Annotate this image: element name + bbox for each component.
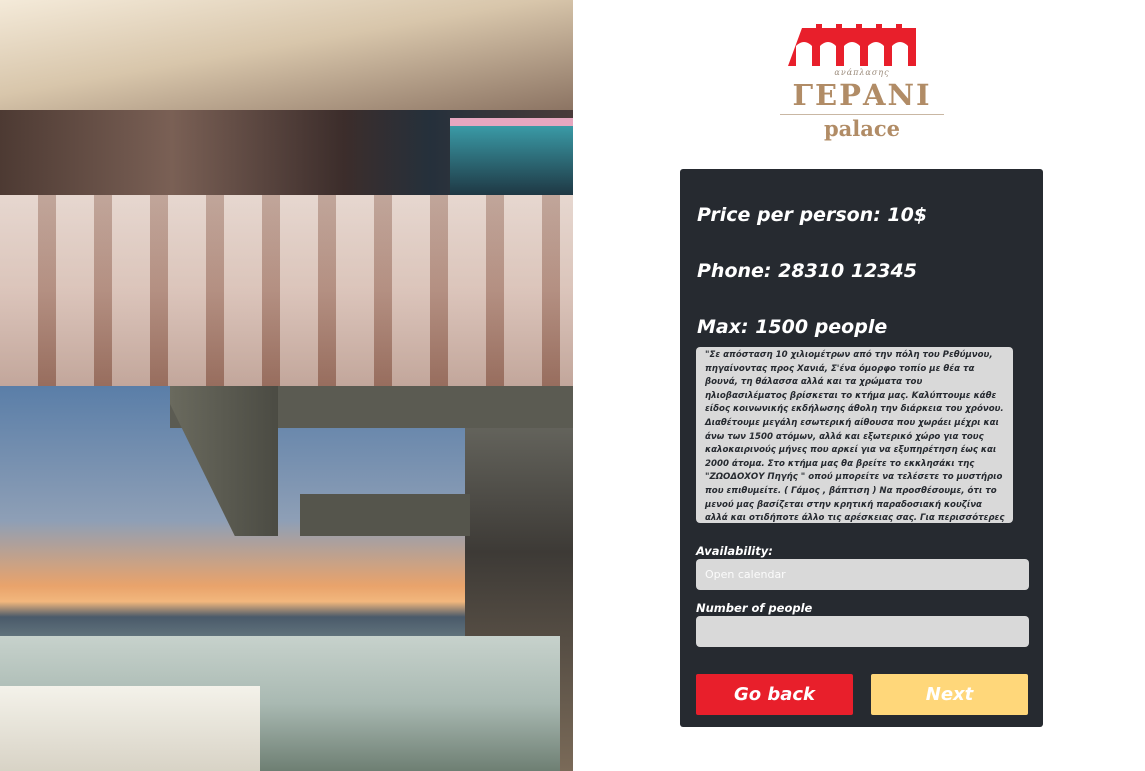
logo-name: ΓΕΡΑΝΙ: [792, 78, 932, 112]
venue-logo: ανάπλασης ΓΕΡΑΝΙ palace: [770, 22, 954, 147]
go-back-button[interactable]: Go back: [696, 674, 853, 715]
people-label: Number of people: [696, 601, 813, 615]
booking-panel: Price per person: 10$ Phone: 28310 12345…: [680, 169, 1043, 727]
price-per-person: Price per person: 10$: [697, 204, 928, 226]
availability-label: Availability:: [696, 544, 773, 558]
venue-photos: [0, 0, 573, 771]
max-capacity: Max: 1500 people: [697, 316, 888, 338]
indoor-hall-photo: [0, 0, 573, 386]
outdoor-terrace-photo: [0, 386, 573, 771]
castle-icon: [788, 24, 916, 66]
next-button[interactable]: Next: [871, 674, 1028, 715]
phone-number: Phone: 28310 12345: [697, 260, 917, 282]
logo-tagline: ανάπλασης: [834, 68, 890, 77]
availability-input[interactable]: [696, 559, 1029, 590]
people-count-input[interactable]: [696, 616, 1029, 647]
venue-description[interactable]: "Σε απόσταση 10 χιλιομέτρων από την πόλη…: [696, 347, 1013, 523]
logo-subtitle: palace: [823, 116, 901, 141]
logo-divider: [780, 114, 944, 115]
